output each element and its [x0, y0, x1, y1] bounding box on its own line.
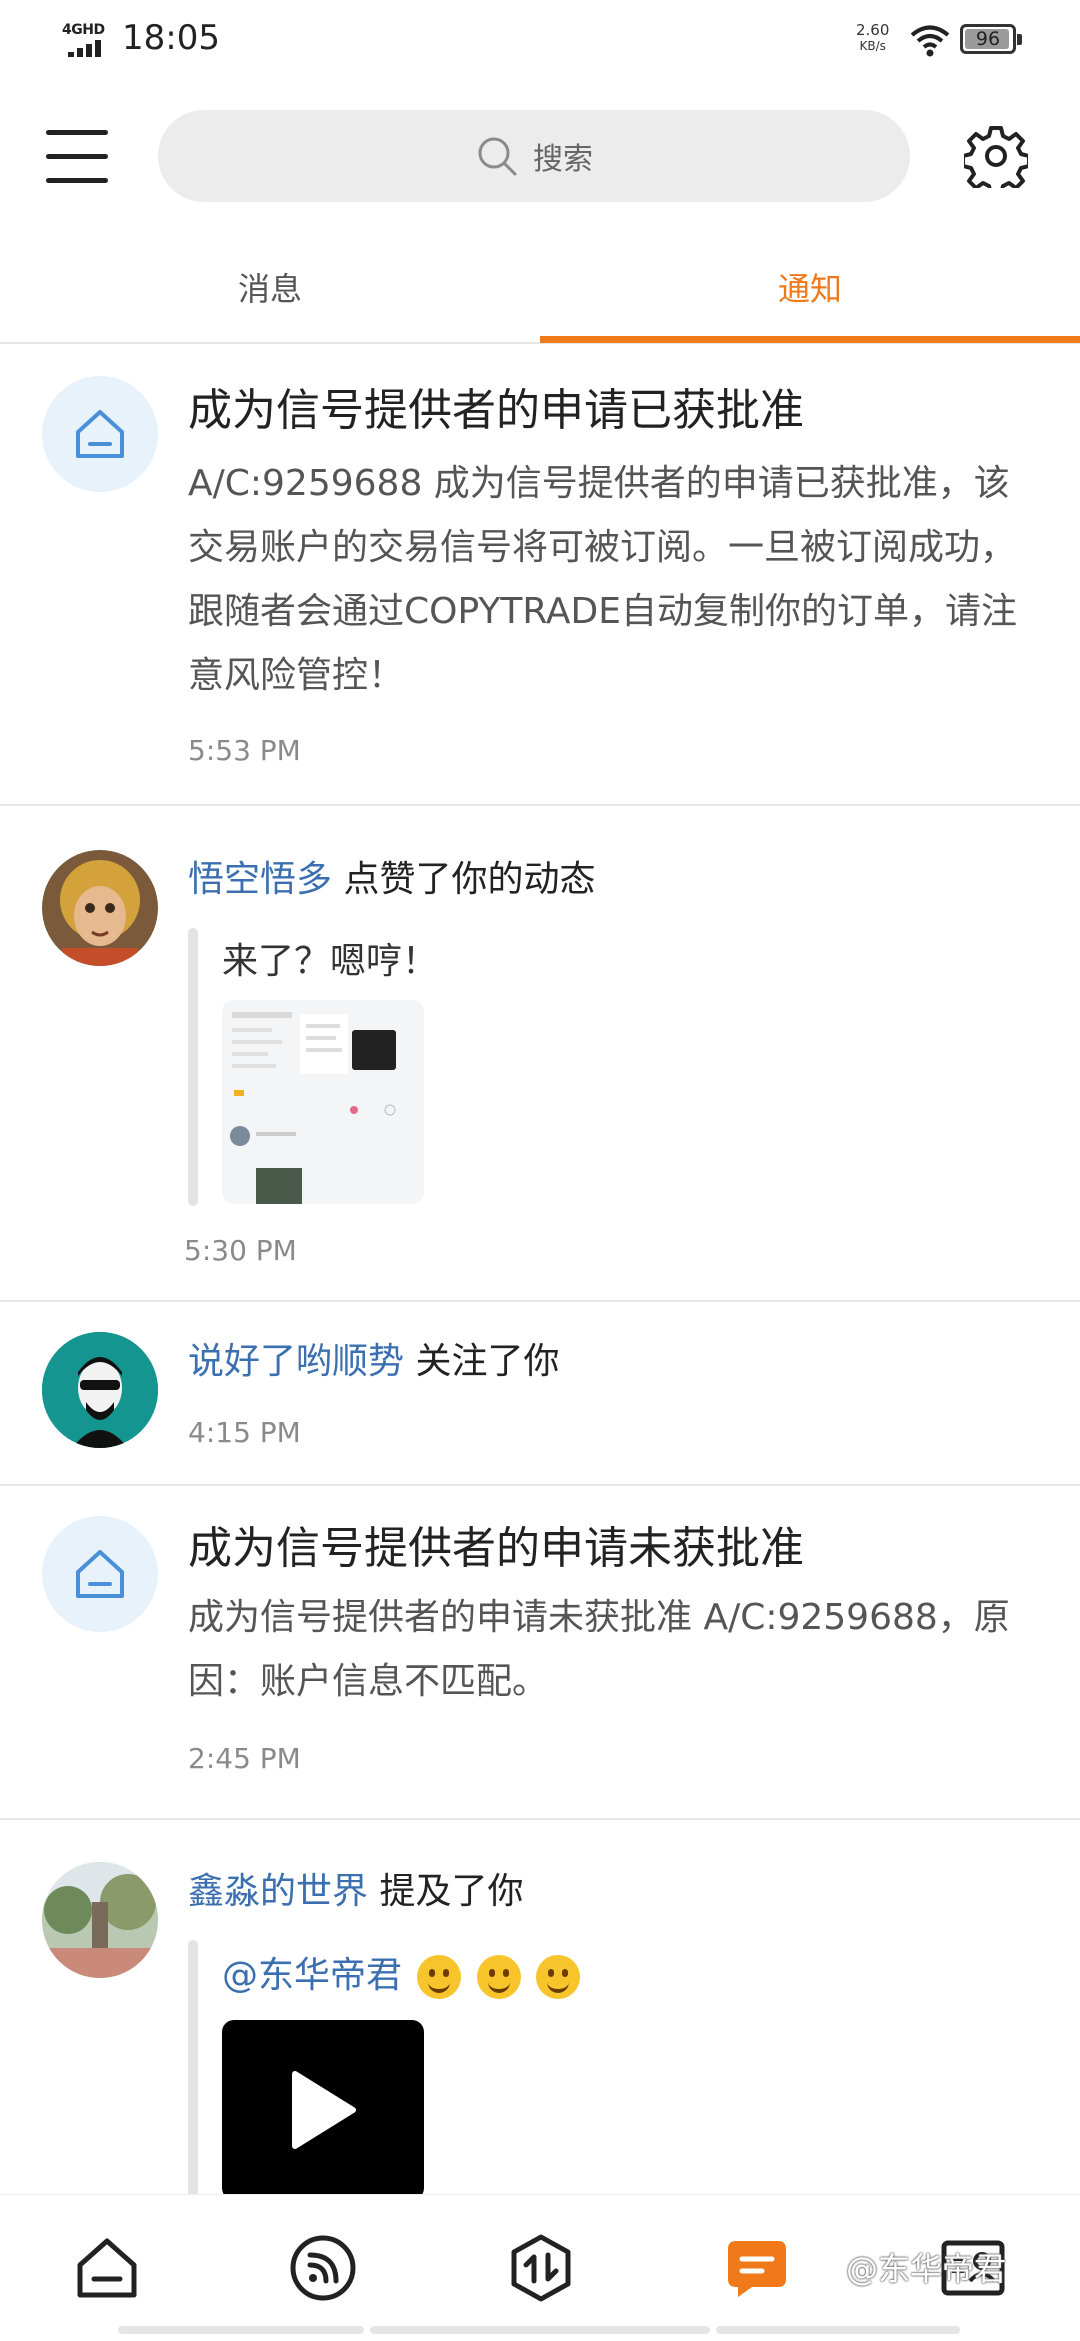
search-placeholder: 搜索	[533, 142, 593, 177]
top-bar: 搜索	[0, 84, 1080, 232]
notification-action: 关注了你	[415, 1341, 560, 1382]
notification-title: 成为信号提供者的申请未获批准	[188, 1523, 804, 1574]
username-link[interactable]: 悟空悟多	[188, 859, 332, 900]
network-speed-value: 2.60	[856, 21, 890, 39]
menu-button[interactable]	[46, 126, 110, 186]
home-indicator	[118, 2326, 364, 2334]
nav-feed[interactable]	[286, 2231, 360, 2305]
notification-item[interactable]: 悟空悟多 点赞了你的动态 来了？嗯哼！ 5:30 PM	[0, 806, 1080, 1302]
username-link[interactable]: 鑫淼的世界	[188, 1871, 368, 1912]
quote-bar	[188, 928, 198, 1206]
tab-bar: 消息 通知	[0, 232, 1080, 344]
notification-line: 悟空悟多 点赞了你的动态	[188, 850, 1040, 902]
play-icon	[292, 2071, 356, 2149]
nav-messages[interactable]	[720, 2231, 794, 2305]
mention-link[interactable]: @东华帝君	[222, 1955, 402, 1996]
notification-item[interactable]: 成为信号提供者的申请已获批准 A/C:9259688 成为信号提供者的申请已获批…	[0, 344, 1080, 806]
avatar[interactable]	[42, 1332, 158, 1448]
username-link[interactable]: 说好了哟顺势	[188, 1341, 404, 1382]
settings-gear-icon[interactable]	[964, 124, 1028, 188]
tab-notifications[interactable]: 通知	[540, 232, 1080, 342]
nav-trade[interactable]	[504, 2231, 578, 2305]
watermark: @东华帝君	[846, 2250, 1007, 2288]
notification-action: 提及了你	[379, 1871, 524, 1912]
notification-action: 点赞了你的动态	[343, 859, 596, 900]
notification-item[interactable]: 说好了哟顺势 关注了你 4:15 PM	[0, 1302, 1080, 1486]
cellular-signal-icon: 4GHD	[62, 22, 112, 58]
quoted-post-text: @东华帝君	[222, 1946, 581, 1999]
notification-item[interactable]: 鑫淼的世界 提及了你 @东华帝君	[0, 1820, 1080, 2194]
network-speed-unit: KB/s	[859, 39, 886, 53]
notification-title: 成为信号提供者的申请已获批准	[188, 385, 804, 436]
network-type: 4GHD	[62, 22, 105, 38]
clock: 18:05	[122, 18, 220, 58]
smile-emoji-icon	[417, 1955, 462, 1999]
avatar[interactable]	[42, 850, 158, 966]
notification-time: 4:15 PM	[188, 1416, 301, 1449]
avatar[interactable]	[42, 1862, 158, 1978]
nav-home[interactable]	[70, 2231, 144, 2305]
wifi-icon	[910, 25, 950, 57]
home-outline-icon	[76, 1550, 124, 1598]
notification-time: 5:53 PM	[188, 734, 301, 767]
notification-body: A/C:9259688 成为信号提供者的申请已获批准，该交易账户的交易信号将可被…	[188, 463, 1018, 696]
home-icon	[77, 2238, 137, 2298]
notification-time: 2:45 PM	[188, 1742, 301, 1775]
notification-list: 成为信号提供者的申请已获批准 A/C:9259688 成为信号提供者的申请已获批…	[0, 344, 1080, 2194]
notification-line: 说好了哟顺势 关注了你	[188, 1332, 1040, 1384]
quoted-post-text: 来了？嗯哼！	[222, 941, 439, 982]
home-indicator	[716, 2326, 960, 2334]
notification-line: 鑫淼的世界 提及了你	[188, 1862, 1040, 1914]
network-speed: 2.60 KB/s	[856, 22, 889, 54]
system-notification-avatar	[42, 376, 158, 492]
notification-body: 成为信号提供者的申请未获批准 A/C:9259688，原因：账户信息不匹配。	[188, 1597, 1010, 1702]
trade-icon	[511, 2234, 571, 2302]
messages-icon	[728, 2241, 786, 2297]
feed-icon	[290, 2235, 356, 2301]
search-icon	[478, 137, 517, 176]
system-notification-avatar	[42, 1516, 158, 1632]
quote-bar	[188, 1940, 198, 2194]
smile-emoji-icon	[476, 1955, 521, 1999]
home-indicator	[370, 2326, 710, 2334]
smile-emoji-icon	[536, 1955, 581, 1999]
search-input[interactable]: 搜索	[158, 110, 910, 202]
battery-level: 96	[975, 28, 1001, 50]
battery-icon: 96	[960, 24, 1022, 54]
active-tab-indicator	[540, 336, 1080, 343]
notification-item[interactable]: 成为信号提供者的申请未获批准 成为信号提供者的申请未获批准 A/C:925968…	[0, 1486, 1080, 1820]
status-bar: 4GHD 18:05 2.60 KB/s 96	[0, 0, 1080, 84]
post-image-thumbnail[interactable]	[222, 1000, 424, 1204]
tab-messages[interactable]: 消息	[0, 232, 540, 342]
home-outline-icon	[76, 410, 124, 458]
notification-time: 5:30 PM	[184, 1234, 297, 1267]
post-video-thumbnail[interactable]	[222, 2020, 424, 2194]
